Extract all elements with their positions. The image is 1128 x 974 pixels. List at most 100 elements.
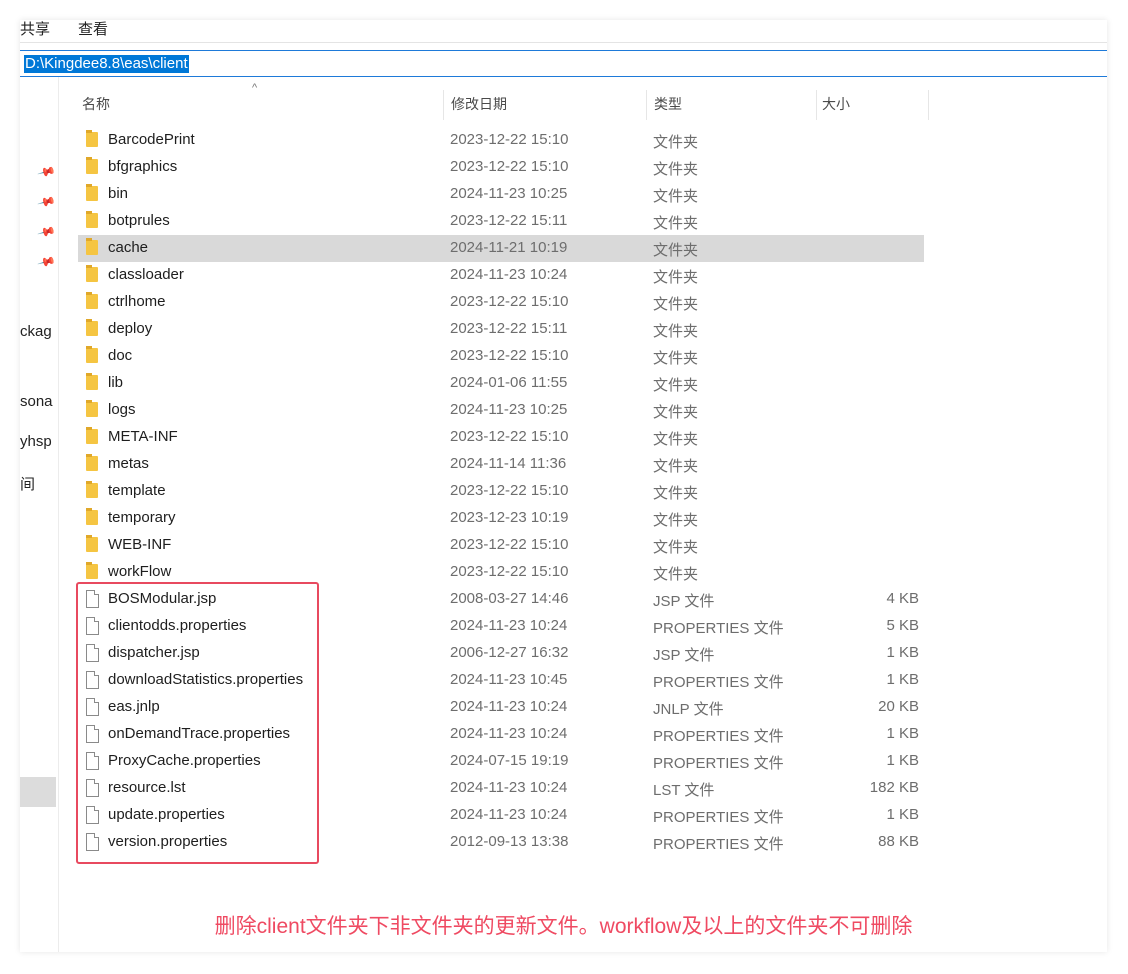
modified-date: 2024-11-23 10:45 [450,671,568,688]
folder-row[interactable]: temporary 2023-12-23 10:19 文件夹 [78,505,924,532]
file-size: 88 KB [878,833,919,850]
pin-icon[interactable]: 📌 [37,162,57,182]
address-path[interactable]: D:\Kingdee8.8\eas\client [24,55,189,73]
folder-row[interactable]: doc 2023-12-22 15:10 文件夹 [78,343,924,370]
pin-icon[interactable]: 📌 [37,192,57,212]
file-name: template [108,482,166,499]
folder-icon [86,130,98,147]
folder-row[interactable]: botprules 2023-12-22 15:11 文件夹 [78,208,924,235]
file-name: BarcodePrint [108,131,195,148]
folder-row[interactable]: logs 2024-11-23 10:25 文件夹 [78,397,924,424]
file-type: PROPERTIES 文件 [653,836,784,853]
modified-date: 2023-12-23 10:19 [450,509,569,526]
annotation-text: 删除client文件夹下非文件夹的更新文件。workflow及以上的文件夹不可删… [214,915,913,938]
file-type: JSP 文件 [653,593,715,610]
modified-date: 2024-11-23 10:24 [450,698,568,715]
pin-icon[interactable]: 📌 [37,252,57,272]
folder-icon [86,157,98,174]
file-name: lib [108,374,124,391]
file-size: 182 KB [869,779,919,796]
folder-icon [86,481,98,498]
tab-view[interactable]: 查看 [78,20,108,39]
folder-row[interactable]: classloader 2024-11-23 10:24 文件夹 [78,262,924,289]
folder-icon [86,562,98,579]
folder-row[interactable]: BarcodePrint 2023-12-22 15:10 文件夹 [78,127,924,154]
tab-share[interactable]: 共享 [20,20,50,39]
modified-date: 2023-12-22 15:10 [450,347,569,364]
pin-icon[interactable]: 📌 [37,222,57,242]
folder-row[interactable]: lib 2024-01-06 11:55 文件夹 [78,370,924,397]
column-header-date[interactable]: 修改日期 [451,94,507,114]
modified-date: 2023-12-22 15:10 [450,158,569,175]
folder-icon [86,400,98,417]
modified-date: 2023-12-22 15:10 [450,293,569,310]
modified-date: 2024-11-23 10:24 [450,725,568,742]
file-type: 文件夹 [653,242,699,259]
modified-date: 2024-11-21 10:19 [450,239,568,256]
folder-row[interactable]: bfgraphics 2023-12-22 15:10 文件夹 [78,154,924,181]
folder-row[interactable]: WEB-INF 2023-12-22 15:10 文件夹 [78,532,924,559]
modified-date: 2012-09-13 13:38 [450,833,569,850]
modified-date: 2024-11-23 10:25 [450,401,568,418]
file-size: 5 KB [886,617,919,634]
file-type: 文件夹 [653,350,699,367]
folder-row[interactable]: metas 2024-11-14 11:36 文件夹 [78,451,924,478]
nav-item[interactable]: 间 [20,473,35,494]
nav-item[interactable]: yhsp [20,433,52,450]
column-header-size[interactable]: 大小 [822,94,850,114]
ribbon-tabs: 共享 查看 [20,20,1107,43]
file-name: doc [108,347,133,364]
nav-item[interactable]: sona [20,393,53,410]
file-type: PROPERTIES 文件 [653,674,784,691]
column-divider[interactable] [646,90,647,120]
folder-icon [86,184,98,201]
column-header-type[interactable]: 类型 [654,94,682,114]
folder-row[interactable]: ctrlhome 2023-12-22 15:10 文件夹 [78,289,924,316]
modified-date: 2024-11-23 10:24 [450,779,568,796]
column-divider[interactable] [816,90,817,120]
file-size: 1 KB [886,644,919,661]
folder-row[interactable]: META-INF 2023-12-22 15:10 文件夹 [78,424,924,451]
file-size: 1 KB [886,725,919,742]
file-type: LST 文件 [653,782,715,799]
file-type: 文件夹 [653,377,699,394]
file-type: PROPERTIES 文件 [653,755,784,772]
address-bar[interactable]: D:\Kingdee8.8\eas\client [20,50,1107,77]
file-type: JNLP 文件 [653,701,724,718]
folder-row[interactable]: cache 2024-11-21 10:19 文件夹 [78,235,924,262]
modified-date: 2023-12-22 15:11 [450,212,568,229]
navigation-pane: 📌 📌 📌 📌 ckag sona yhsp 间 [20,77,59,952]
file-type: 文件夹 [653,431,699,448]
folder-icon [86,346,98,363]
modified-date: 2023-12-22 15:10 [450,482,569,499]
folder-row[interactable]: bin 2024-11-23 10:25 文件夹 [78,181,924,208]
file-size: 20 KB [878,698,919,715]
column-divider[interactable] [443,90,444,120]
file-name: temporary [108,509,176,526]
folder-row[interactable]: template 2023-12-22 15:10 文件夹 [78,478,924,505]
modified-date: 2024-11-23 10:24 [450,617,568,634]
nav-item-selected[interactable] [20,777,56,807]
file-type: 文件夹 [653,323,699,340]
modified-date: 2024-11-23 10:24 [450,806,568,823]
modified-date: 2006-12-27 16:32 [450,644,569,661]
modified-date: 2023-12-22 15:10 [450,131,569,148]
file-name: metas [108,455,149,472]
annotation-highlight-box [76,582,319,864]
modified-date: 2023-12-22 15:10 [450,428,569,445]
file-size: 1 KB [886,806,919,823]
file-type: JSP 文件 [653,647,715,664]
folder-icon [86,292,98,309]
file-type: PROPERTIES 文件 [653,620,784,637]
nav-item[interactable]: ckag [20,323,52,340]
column-divider[interactable] [928,90,929,120]
folder-icon [86,454,98,471]
file-type: 文件夹 [653,458,699,475]
folder-icon [86,508,98,525]
file-type: 文件夹 [653,539,699,556]
column-header-name[interactable]: 名称 [82,94,110,114]
modified-date: 2024-11-23 10:25 [450,185,568,202]
modified-date: 2024-11-23 10:24 [450,266,568,283]
folder-row[interactable]: deploy 2023-12-22 15:11 文件夹 [78,316,924,343]
file-type: 文件夹 [653,161,699,178]
